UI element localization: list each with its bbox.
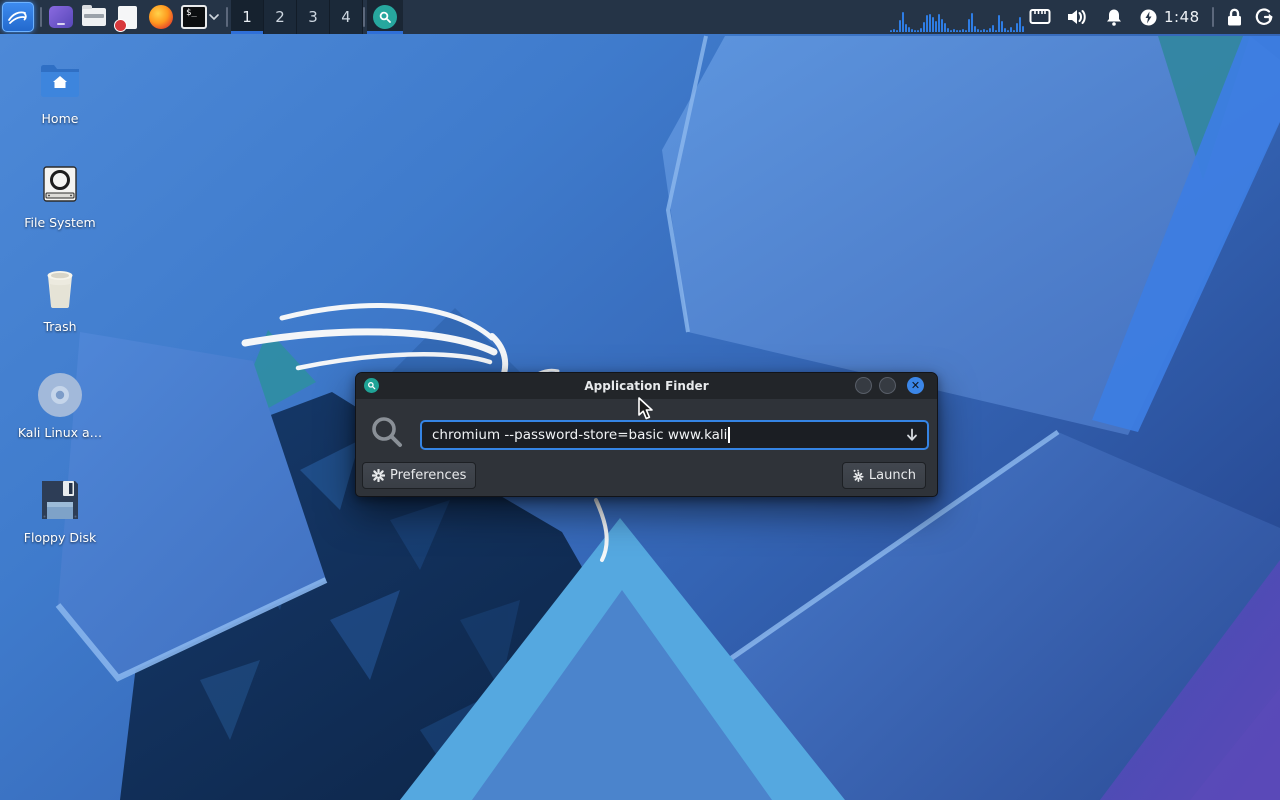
workspace-4[interactable]: 4 <box>330 0 363 34</box>
search-input-value: chromium --password-store=basic www.kali <box>432 427 727 443</box>
show-desktop-button[interactable] <box>46 0 76 34</box>
applications-menu-button[interactable] <box>2 2 34 32</box>
preferences-button[interactable]: Preferences <box>362 462 476 489</box>
home-folder-icon <box>5 58 115 104</box>
application-finder-window: Application Finder ✕ chromium --password… <box>355 372 938 497</box>
logout-button[interactable] <box>1250 0 1278 34</box>
desktop-icon-kali-cd[interactable]: Kali Linux a… <box>5 372 115 440</box>
kali-desktop: { "panel": { "workspaces": [ {"label": "… <box>0 0 1280 800</box>
clock[interactable]: 1:48 <box>1164 0 1200 34</box>
chevron-down-icon <box>209 14 219 20</box>
titlebar[interactable]: Application Finder ✕ <box>356 373 937 399</box>
top-panel: $_ 1 2 3 4 <box>0 0 1280 34</box>
file-manager-button[interactable] <box>79 0 109 34</box>
network-icon <box>1029 8 1051 26</box>
terminal-icon: $_ <box>181 5 207 29</box>
desktop-icon-label: File System <box>5 215 115 230</box>
desktop-icon-floppy[interactable]: Floppy Disk <box>5 477 115 545</box>
workspace-1[interactable]: 1 <box>231 0 264 34</box>
desktop-icon-label: Kali Linux a… <box>5 425 115 440</box>
logout-icon <box>1254 7 1274 27</box>
maximize-button[interactable] <box>879 377 896 394</box>
file-manager-icon <box>82 8 106 26</box>
kali-menu-icon <box>7 7 29 27</box>
show-desktop-icon <box>49 6 73 28</box>
panel-separator <box>40 7 42 27</box>
firefox-button[interactable] <box>146 0 176 34</box>
window-title: Application Finder <box>356 379 937 393</box>
workspace-label: 1 <box>242 8 252 26</box>
disc-icon <box>5 372 115 418</box>
taskbar-app-finder[interactable] <box>367 0 403 34</box>
launch-button[interactable]: Launch <box>842 462 926 489</box>
close-icon: ✕ <box>911 380 920 391</box>
desktop-icon-trash[interactable]: Trash <box>5 266 115 334</box>
lock-screen-button[interactable] <box>1220 0 1248 34</box>
minimize-button[interactable] <box>855 377 872 394</box>
terminal-button[interactable]: $_ <box>179 0 209 34</box>
search-input[interactable]: chromium --password-store=basic www.kali <box>420 420 929 450</box>
notifications-tray-button[interactable] <box>1100 0 1128 34</box>
panel-separator <box>226 7 228 27</box>
desktop-icon-label: Home <box>5 111 115 126</box>
workspace-2[interactable]: 2 <box>264 0 297 34</box>
trash-icon <box>5 266 115 312</box>
app-finder-task-icon <box>373 5 397 29</box>
launch-run-icon <box>852 469 864 482</box>
workspace-label: 2 <box>275 8 285 26</box>
preferences-label: Preferences <box>390 468 466 483</box>
workspace-label: 4 <box>341 8 351 26</box>
text-editor-icon <box>118 6 137 29</box>
text-caret <box>728 427 730 443</box>
close-button[interactable]: ✕ <box>907 377 924 394</box>
workspace-pager: 1 2 3 4 <box>231 0 363 34</box>
input-dropdown-icon[interactable] <box>905 428 919 442</box>
launch-label: Launch <box>869 468 916 483</box>
power-manager-tray-button[interactable] <box>1134 0 1162 34</box>
gear-icon <box>372 469 385 482</box>
network-tray-button[interactable] <box>1026 0 1054 34</box>
panel-separator <box>1212 7 1214 27</box>
desktop-icon-label: Floppy Disk <box>5 530 115 545</box>
desktop-icon-file-system[interactable]: File System <box>5 162 115 230</box>
lock-icon <box>1226 8 1243 27</box>
desktop-icon-label: Trash <box>5 319 115 334</box>
cpu-graph[interactable] <box>890 8 1022 32</box>
power-manager-icon <box>1139 8 1158 27</box>
search-icon <box>369 414 405 454</box>
workspace-3[interactable]: 3 <box>297 0 330 34</box>
drive-icon <box>5 162 115 208</box>
volume-tray-button[interactable] <box>1062 0 1092 34</box>
floppy-icon <box>5 477 115 523</box>
text-editor-button[interactable] <box>112 0 142 34</box>
desktop-icon-home[interactable]: Home <box>5 58 115 126</box>
clock-text: 1:48 <box>1164 8 1200 26</box>
volume-icon <box>1066 8 1088 26</box>
mouse-cursor <box>637 397 657 425</box>
notifications-icon <box>1105 8 1123 27</box>
workspace-label: 3 <box>308 8 318 26</box>
terminal-dropdown[interactable] <box>206 0 222 34</box>
panel-separator <box>363 7 365 27</box>
firefox-icon <box>149 5 173 29</box>
